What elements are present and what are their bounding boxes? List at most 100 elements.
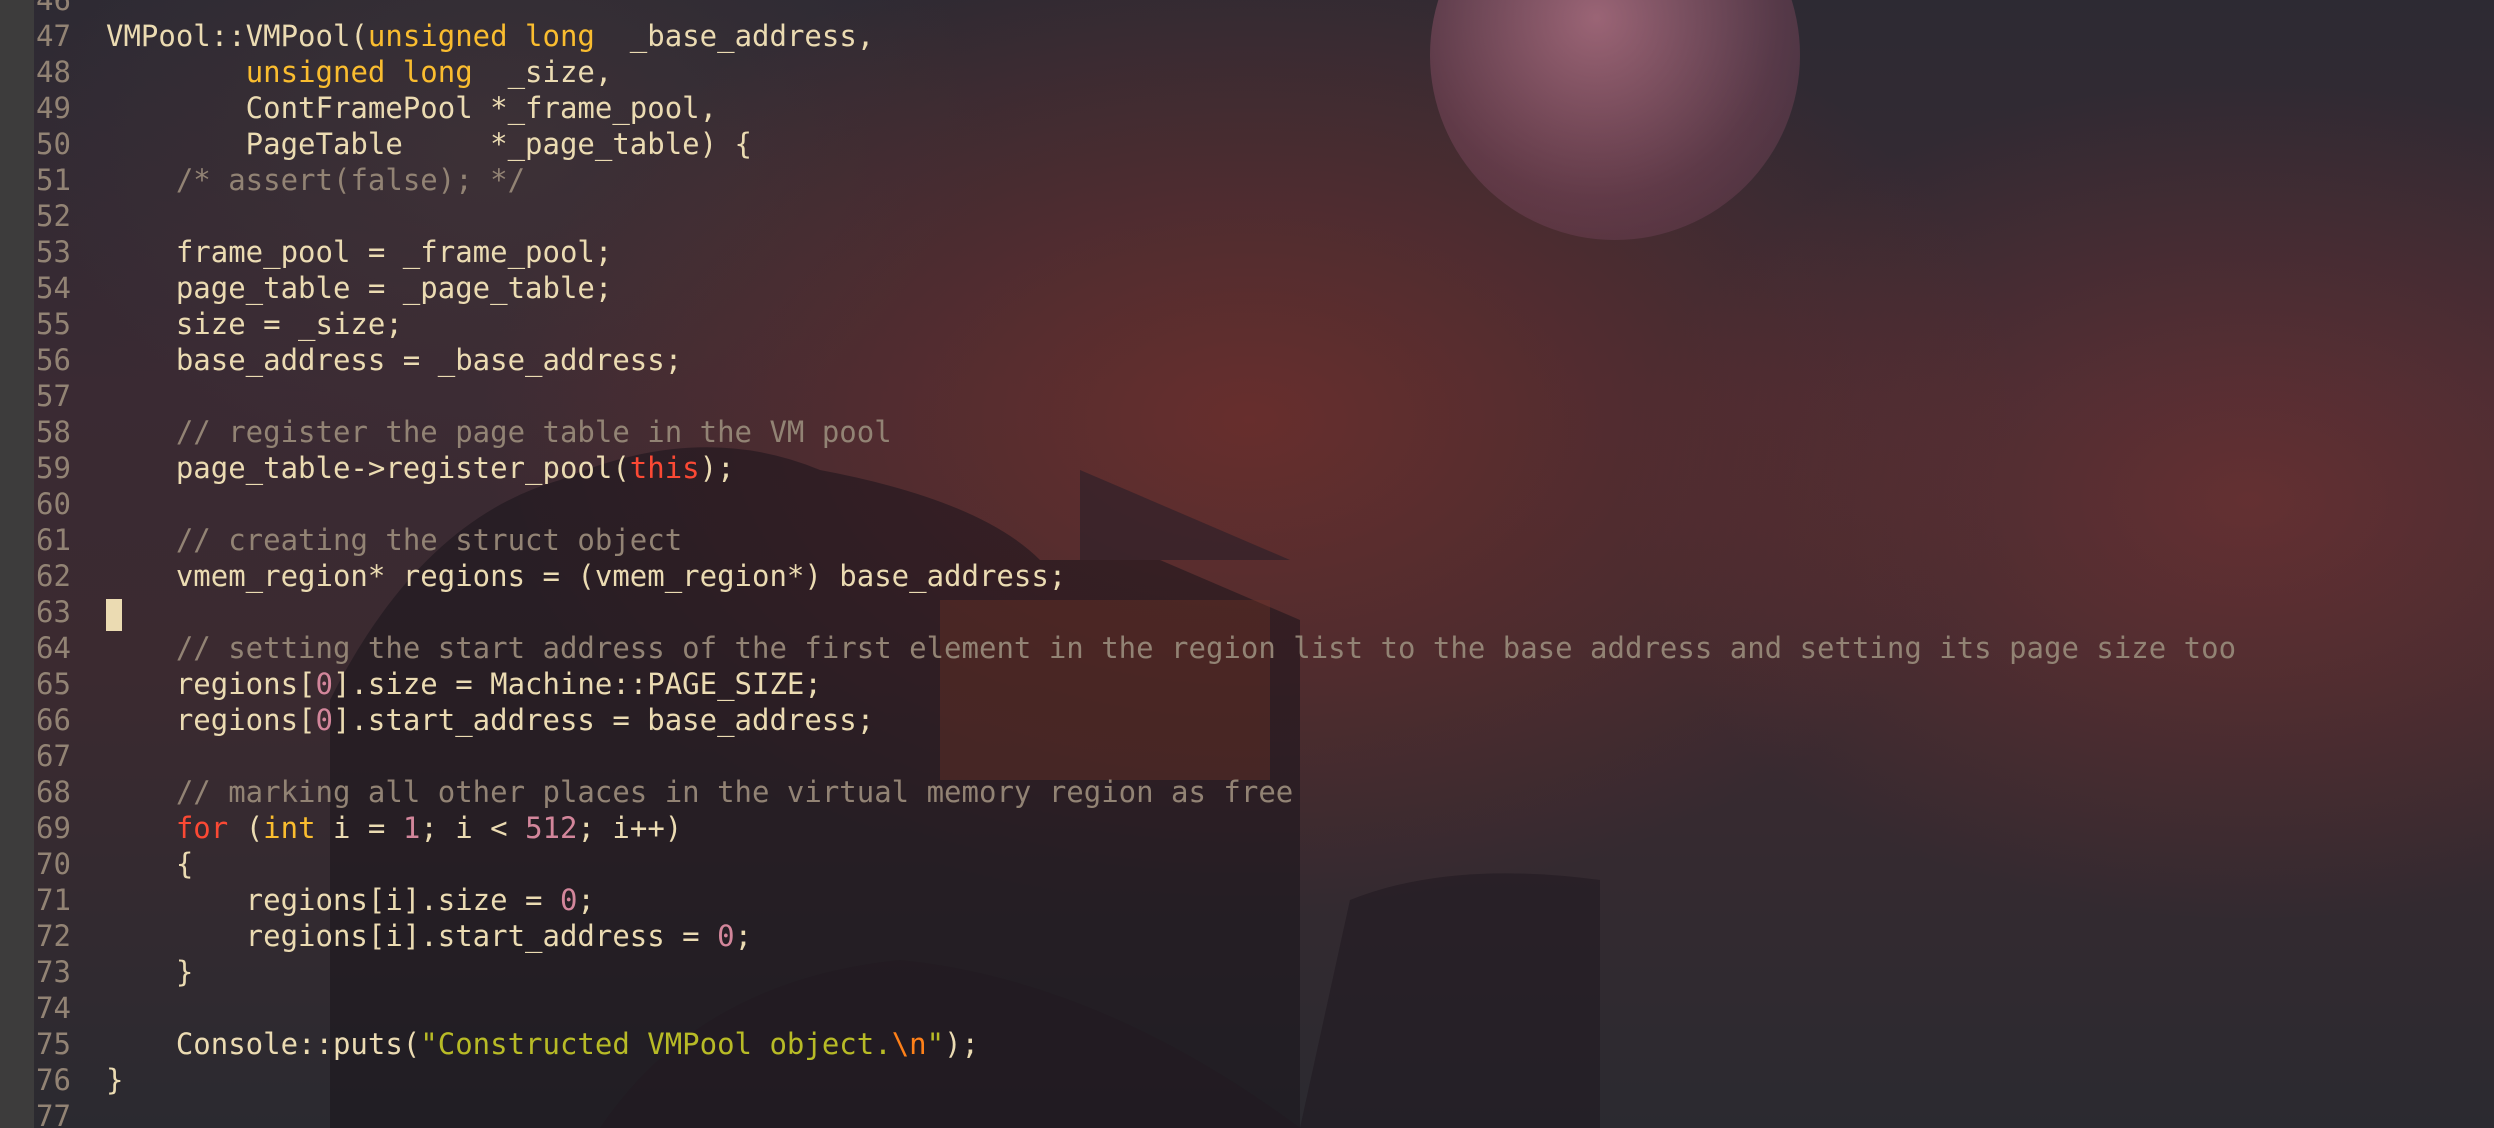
code-line[interactable]: 51 /* assert(false); */ bbox=[36, 162, 2236, 198]
code-line[interactable]: 63 bbox=[36, 594, 2236, 631]
line-number: 67 bbox=[36, 739, 71, 773]
line-text: /* assert(false); */ bbox=[106, 162, 525, 198]
code-token: ].start_address = base_address; bbox=[332, 703, 875, 737]
code-line[interactable]: 60 bbox=[36, 486, 2236, 522]
code-line[interactable]: 69 for (int i = 1; i < 512; i++) bbox=[36, 810, 2236, 846]
line-number: 64 bbox=[36, 631, 71, 665]
line-number: 68 bbox=[36, 775, 71, 809]
line-text: } bbox=[106, 954, 193, 990]
line-text: regions[0].start_address = base_address; bbox=[106, 702, 874, 738]
code-line[interactable]: 74 bbox=[36, 990, 2236, 1026]
code-line[interactable]: 56 base_address = _base_address; bbox=[36, 342, 2236, 378]
code-line[interactable]: 46 bbox=[36, 0, 2236, 18]
line-number: 50 bbox=[36, 127, 71, 161]
line-number: 55 bbox=[36, 307, 71, 341]
line-number: 51 bbox=[36, 163, 71, 197]
code-token: regions[ bbox=[106, 667, 316, 701]
code-token: ContFramePool *_frame_pool, bbox=[106, 91, 718, 125]
line-number: 46 bbox=[36, 0, 71, 17]
code-line[interactable]: 53 frame_pool = _frame_pool; bbox=[36, 234, 2236, 270]
code-token: PageTable *_page_table) { bbox=[106, 127, 753, 161]
code-token: ; i++) bbox=[577, 811, 683, 845]
line-number: 74 bbox=[36, 991, 71, 1025]
line-number: 77 bbox=[36, 1099, 71, 1128]
line-number: 62 bbox=[36, 559, 71, 593]
code-line[interactable]: 49 ContFramePool *_frame_pool, bbox=[36, 90, 2236, 126]
code-line[interactable]: 52 bbox=[36, 198, 2236, 234]
code-line[interactable]: 73 } bbox=[36, 954, 2236, 990]
code-token: size = _size; bbox=[106, 307, 403, 341]
line-number: 60 bbox=[36, 487, 71, 521]
code-token: VMPool::VMPool( bbox=[106, 19, 368, 53]
code-token: regions[ bbox=[106, 703, 316, 737]
code-line[interactable]: 67 bbox=[36, 738, 2236, 774]
line-number: 72 bbox=[36, 919, 71, 953]
code-line[interactable]: 66 regions[0].start_address = base_addre… bbox=[36, 702, 2236, 738]
code-line[interactable]: 75 Console::puts("Constructed VMPool obj… bbox=[36, 1026, 2236, 1062]
code-line[interactable]: 68 // marking all other places in the vi… bbox=[36, 774, 2236, 810]
code-line[interactable]: 50 PageTable *_page_table) { bbox=[36, 126, 2236, 162]
code-line[interactable]: 72 regions[i].start_address = 0; bbox=[36, 918, 2236, 954]
line-number: 52 bbox=[36, 199, 71, 233]
code-token: ; bbox=[734, 919, 753, 953]
code-token: regions[i].size = bbox=[106, 883, 560, 917]
code-line[interactable]: 55 size = _size; bbox=[36, 306, 2236, 342]
code-line[interactable]: 61 // creating the struct object bbox=[36, 522, 2236, 558]
code-line[interactable]: 71 regions[i].size = 0; bbox=[36, 882, 2236, 918]
line-number: 48 bbox=[36, 55, 71, 89]
code-line[interactable]: 76} bbox=[36, 1062, 2236, 1098]
code-line[interactable]: 54 page_table = _page_table; bbox=[36, 270, 2236, 306]
code-token: this bbox=[629, 451, 700, 485]
code-token: _size, bbox=[472, 55, 613, 89]
line-number: 58 bbox=[36, 415, 71, 449]
code-token: regions[i].start_address = bbox=[106, 919, 718, 953]
line-number: 76 bbox=[36, 1063, 71, 1097]
code-line[interactable]: 48 unsigned long _size, bbox=[36, 54, 2236, 90]
code-line[interactable]: 70 { bbox=[36, 846, 2236, 882]
line-number: 73 bbox=[36, 955, 71, 989]
code-token: vmem_region* regions = (vmem_region*) ba… bbox=[106, 559, 1067, 593]
code-line[interactable]: 47 VMPool::VMPool(unsigned long _base_add… bbox=[36, 18, 2236, 54]
code-comment: // register the page table in the VM poo… bbox=[175, 415, 892, 449]
code-token: 512 bbox=[525, 811, 578, 845]
line-number: 63 bbox=[36, 595, 71, 629]
code-line[interactable]: 57 bbox=[36, 378, 2236, 414]
code-line[interactable]: 59 page_table->register_pool(this); bbox=[36, 450, 2236, 486]
line-number: 53 bbox=[36, 235, 71, 269]
code-area[interactable]: 4647 VMPool::VMPool(unsigned long _base_a… bbox=[36, 0, 2236, 1128]
line-number: 54 bbox=[36, 271, 71, 305]
code-token: 0 bbox=[315, 667, 333, 701]
line-text: VMPool::VMPool(unsigned long _base_addre… bbox=[106, 18, 874, 54]
line-number: 59 bbox=[36, 451, 71, 485]
line-number: 69 bbox=[36, 811, 71, 845]
code-token: Console::puts( bbox=[106, 1027, 421, 1061]
code-line[interactable]: 77 bbox=[36, 1098, 2236, 1128]
line-number: 56 bbox=[36, 343, 71, 377]
code-token: ); bbox=[699, 451, 735, 485]
code-string: "Constructed VMPool object. bbox=[420, 1027, 892, 1061]
line-text: regions[i].size = 0; bbox=[106, 882, 595, 918]
line-text: page_table->register_pool(this); bbox=[106, 450, 735, 486]
line-text: // setting the start address of the firs… bbox=[106, 630, 2236, 666]
line-text: regions[0].size = Machine::PAGE_SIZE; bbox=[106, 666, 822, 702]
line-text: size = _size; bbox=[106, 306, 403, 342]
code-token: page_table->register_pool( bbox=[106, 451, 630, 485]
line-text: frame_pool = _frame_pool; bbox=[106, 234, 613, 270]
line-number: 47 bbox=[36, 19, 71, 53]
code-token: 0 bbox=[717, 919, 735, 953]
code-line[interactable]: 58 // register the page table in the VM … bbox=[36, 414, 2236, 450]
line-number: 49 bbox=[36, 91, 71, 125]
code-string: " bbox=[926, 1027, 945, 1061]
code-line[interactable]: 64 // setting the start address of the f… bbox=[36, 630, 2236, 666]
code-editor[interactable]: 4647 VMPool::VMPool(unsigned long _base_a… bbox=[0, 0, 2494, 1128]
code-line[interactable]: 65 regions[0].size = Machine::PAGE_SIZE; bbox=[36, 666, 2236, 702]
line-text: // marking all other places in the virtu… bbox=[106, 774, 1293, 810]
line-number: 70 bbox=[36, 847, 71, 881]
code-line[interactable]: 62 vmem_region* regions = (vmem_region*)… bbox=[36, 558, 2236, 594]
line-number: 61 bbox=[36, 523, 71, 557]
code-token: 0 bbox=[315, 703, 333, 737]
